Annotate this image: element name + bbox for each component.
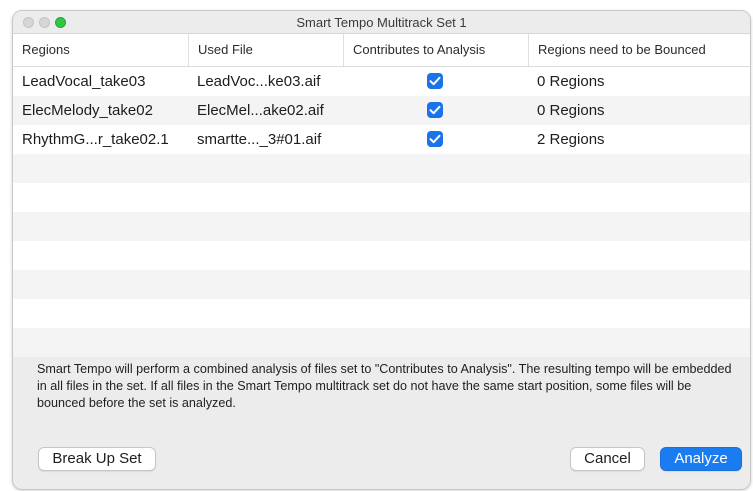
checkmark-icon[interactable] xyxy=(427,131,443,147)
bounce-count: 0 Regions xyxy=(537,102,605,119)
regions-table: Regions Used File Contributes to Analysi… xyxy=(13,33,750,357)
used-file: LeadVoc...ke03.aif xyxy=(197,73,321,90)
bounce-count: 0 Regions xyxy=(537,73,605,90)
dialog-window: Smart Tempo Multitrack Set 1 Regions Use… xyxy=(12,10,751,490)
contributes-cell xyxy=(343,125,528,154)
column-header-bounced[interactable]: Regions need to be Bounced xyxy=(528,34,750,66)
column-header-used-file[interactable]: Used File xyxy=(188,34,343,66)
table-row[interactable]: RhythmG...r_take02.1 smartte..._3#01.aif… xyxy=(13,125,750,154)
break-up-set-button[interactable]: Break Up Set xyxy=(38,447,156,471)
region-name: LeadVocal_take03 xyxy=(22,73,146,90)
cancel-button[interactable]: Cancel xyxy=(570,447,645,471)
column-header-contributes[interactable]: Contributes to Analysis xyxy=(343,34,528,66)
checkmark-icon[interactable] xyxy=(427,73,443,89)
contributes-cell xyxy=(343,96,528,125)
contributes-cell xyxy=(343,67,528,96)
titlebar: Smart Tempo Multitrack Set 1 xyxy=(13,11,750,33)
region-name: ElecMelody_take02 xyxy=(22,102,153,119)
empty-row xyxy=(13,183,750,212)
empty-row xyxy=(13,212,750,241)
info-message: Smart Tempo will perform a combined anal… xyxy=(37,362,732,410)
analyze-button[interactable]: Analyze xyxy=(660,447,742,471)
used-file: smartte..._3#01.aif xyxy=(197,131,322,148)
table-header: Regions Used File Contributes to Analysi… xyxy=(13,34,750,67)
empty-row xyxy=(13,328,750,357)
bounce-count: 2 Regions xyxy=(537,131,605,148)
empty-row xyxy=(13,270,750,299)
table-row[interactable]: ElecMelody_take02 ElecMel...ake02.aif 0 … xyxy=(13,96,750,125)
table-body: LeadVocal_take03 LeadVoc...ke03.aif 0 Re… xyxy=(13,67,750,357)
empty-row xyxy=(13,154,750,183)
region-name: RhythmG...r_take02.1 xyxy=(22,131,169,148)
empty-row xyxy=(13,241,750,270)
used-file: ElecMel...ake02.aif xyxy=(197,102,324,119)
column-header-regions[interactable]: Regions xyxy=(13,34,188,66)
checkmark-icon[interactable] xyxy=(427,102,443,118)
table-row[interactable]: LeadVocal_take03 LeadVoc...ke03.aif 0 Re… xyxy=(13,67,750,96)
window-title: Smart Tempo Multitrack Set 1 xyxy=(296,15,467,30)
empty-row xyxy=(13,299,750,328)
